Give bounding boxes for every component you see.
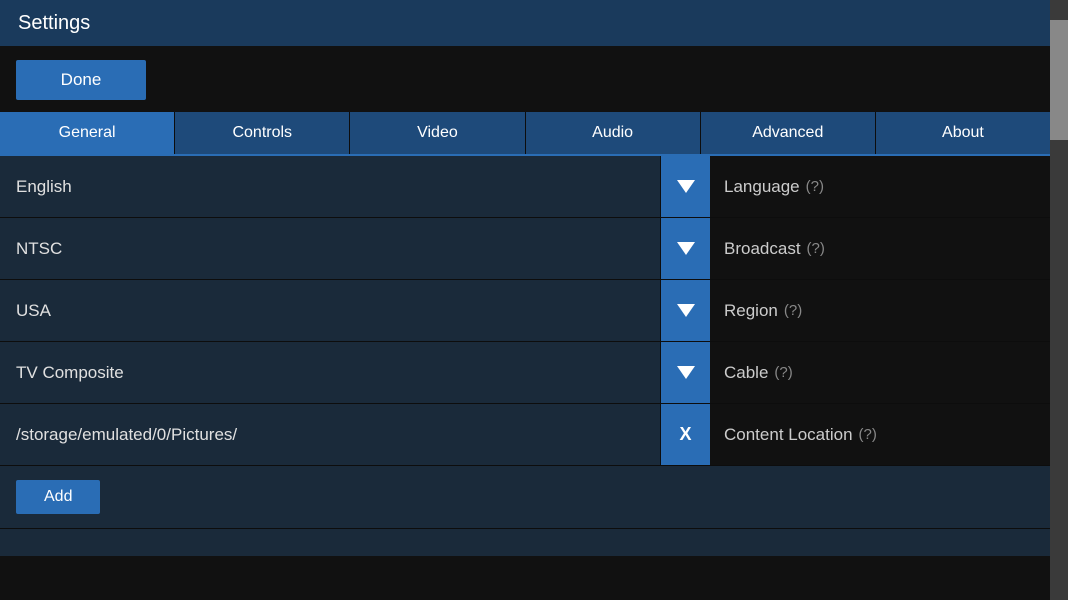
- setting-label-region: Region (?): [710, 280, 1050, 341]
- setting-value-cable: TV Composite: [0, 342, 660, 403]
- scrollbar[interactable]: [1050, 0, 1068, 600]
- setting-clear-content-location[interactable]: X: [660, 404, 710, 465]
- dropdown-arrow-icon: [677, 366, 695, 379]
- settings-app: Settings Done General Controls Video Aud…: [0, 0, 1068, 600]
- setting-row-region: USA Region (?): [0, 280, 1050, 342]
- bottom-partial-row: [0, 528, 1050, 556]
- tab-controls[interactable]: Controls: [175, 112, 350, 154]
- setting-value-region: USA: [0, 280, 660, 341]
- setting-row-broadcast: NTSC Broadcast (?): [0, 218, 1050, 280]
- settings-rows: English Language (?) NTSC: [0, 156, 1050, 600]
- tab-advanced[interactable]: Advanced: [701, 112, 876, 154]
- scrollbar-thumb[interactable]: [1050, 20, 1068, 140]
- main-content: Done General Controls Video Audio Advanc…: [0, 46, 1068, 600]
- setting-row-language: English Language (?): [0, 156, 1050, 218]
- setting-label-content-location: Content Location (?): [710, 404, 1050, 465]
- setting-row-content-location: /storage/emulated/0/Pictures/ X Content …: [0, 404, 1050, 466]
- setting-dropdown-broadcast[interactable]: [660, 218, 710, 279]
- page-title: Settings: [18, 12, 90, 35]
- add-row: Add: [0, 466, 1050, 528]
- add-button[interactable]: Add: [16, 480, 100, 514]
- setting-row-cable: TV Composite Cable (?): [0, 342, 1050, 404]
- setting-dropdown-region[interactable]: [660, 280, 710, 341]
- setting-label-cable: Cable (?): [710, 342, 1050, 403]
- tabs-container: General Controls Video Audio Advanced Ab…: [0, 112, 1050, 156]
- tab-about[interactable]: About: [876, 112, 1050, 154]
- title-bar: Settings: [0, 0, 1068, 46]
- done-button[interactable]: Done: [16, 60, 146, 100]
- tab-audio[interactable]: Audio: [526, 112, 701, 154]
- setting-label-broadcast: Broadcast (?): [710, 218, 1050, 279]
- done-area: Done: [0, 46, 1050, 112]
- setting-value-broadcast: NTSC: [0, 218, 660, 279]
- setting-label-language: Language (?): [710, 156, 1050, 217]
- dropdown-arrow-icon: [677, 304, 695, 317]
- setting-value-language: English: [0, 156, 660, 217]
- tab-video[interactable]: Video: [350, 112, 525, 154]
- dropdown-arrow-icon: [677, 180, 695, 193]
- tab-general[interactable]: General: [0, 112, 175, 154]
- setting-dropdown-cable[interactable]: [660, 342, 710, 403]
- setting-dropdown-language[interactable]: [660, 156, 710, 217]
- dropdown-arrow-icon: [677, 242, 695, 255]
- setting-value-content-location: /storage/emulated/0/Pictures/: [0, 404, 660, 465]
